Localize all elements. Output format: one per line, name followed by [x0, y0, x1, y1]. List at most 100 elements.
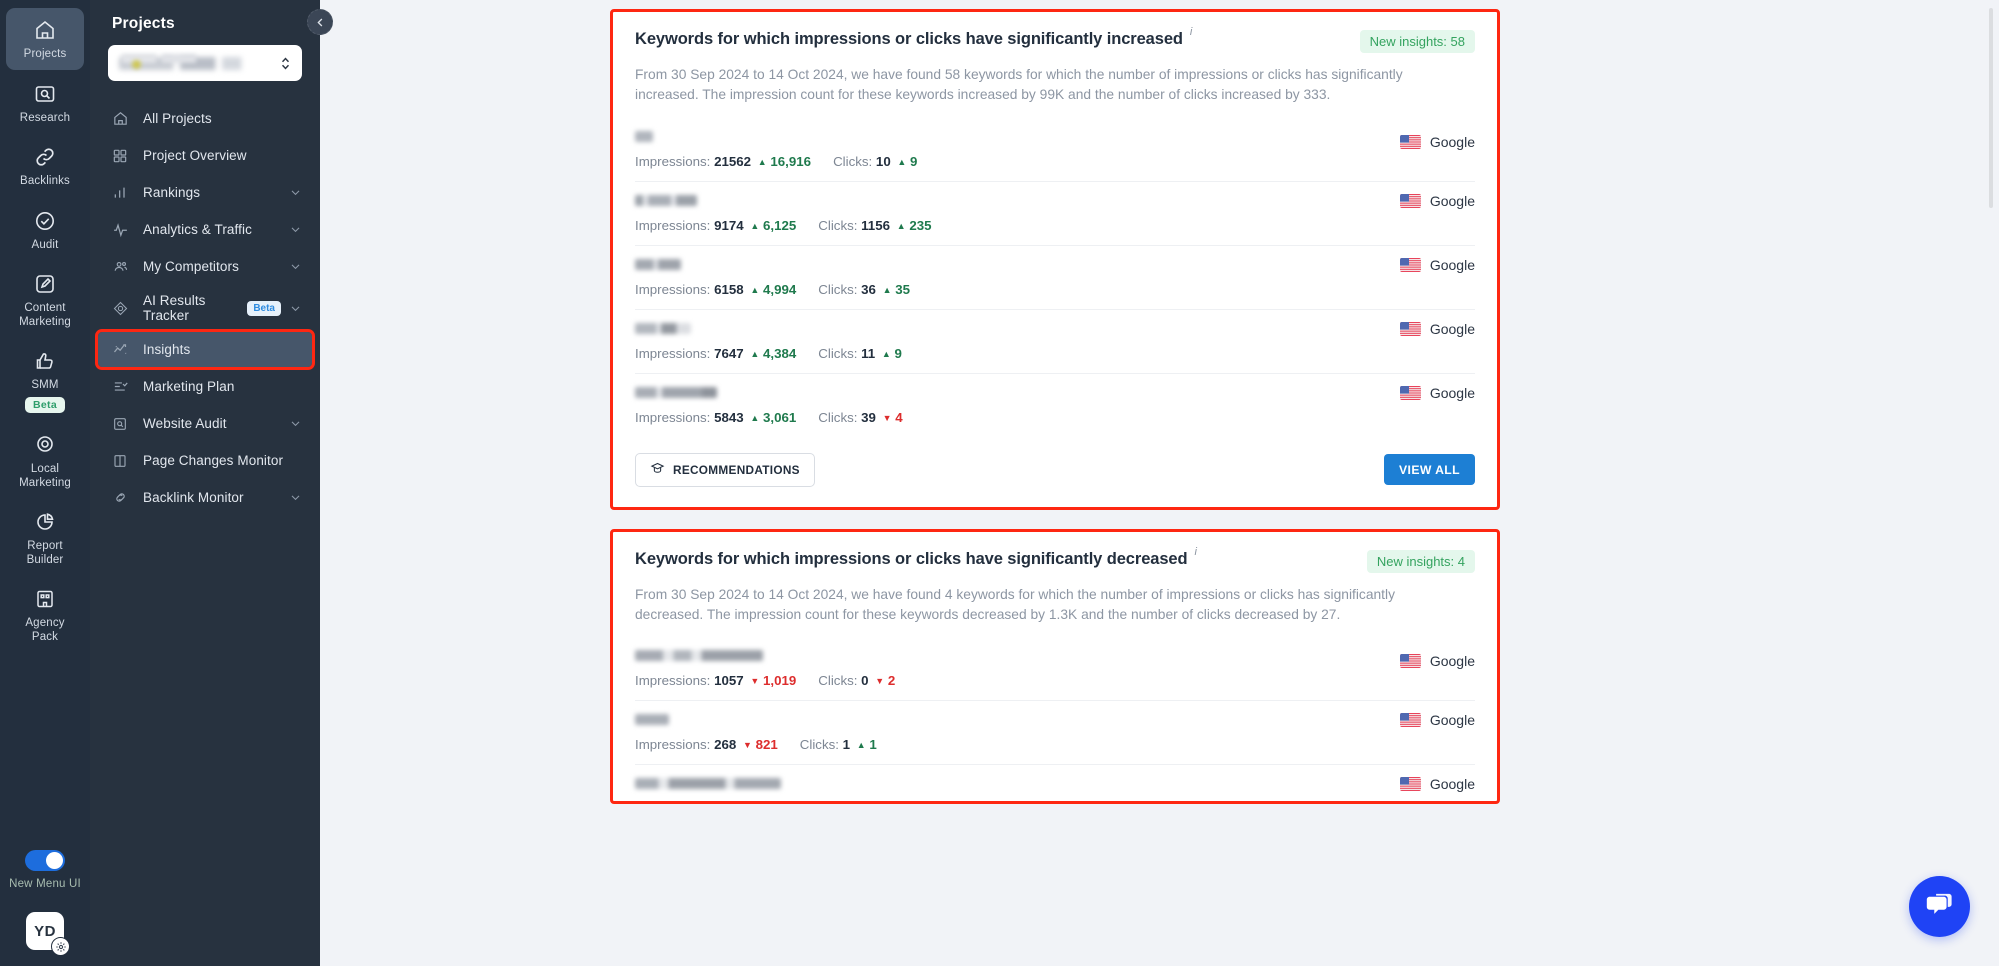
sidebar-item-all-projects[interactable]: All Projects	[98, 101, 312, 136]
sidebar-item-rankings[interactable]: Rankings	[98, 175, 312, 210]
keyword-text	[635, 194, 697, 206]
rail-item-label: Audit	[31, 238, 59, 251]
main-content: Keywords for which impressions or clicks…	[320, 0, 1999, 966]
sidebar-item-marketing-plan[interactable]: Marketing Plan	[98, 369, 312, 404]
clicks-label: Clicks:	[818, 409, 858, 425]
rail-item-agency-pack[interactable]: Agency Pack	[6, 577, 84, 652]
home-outline-icon	[110, 110, 130, 127]
pencil-square-icon	[32, 271, 58, 297]
pulse-icon	[110, 221, 130, 238]
clicks-delta: ▲ 1	[856, 737, 877, 753]
table-row[interactable]: Google	[635, 764, 1475, 801]
clicks-label: Clicks:	[818, 345, 858, 361]
table-row[interactable]: Impressions: 7647 ▲ 4,384 Clicks: 11 ▲ 9…	[635, 308, 1475, 373]
insight-card-decreased-highlight: Keywords for which impressions or clicks…	[610, 528, 1500, 805]
clicks-label: Clicks:	[833, 153, 873, 169]
clicks-label: Clicks:	[818, 217, 858, 233]
link-icon	[32, 144, 58, 170]
sidebar-item-project-overview[interactable]: Project Overview	[98, 138, 312, 173]
rail-item-audit[interactable]: Audit	[6, 199, 84, 261]
sidebar-item-my-competitors[interactable]: My Competitors	[98, 249, 312, 284]
sidebar-item-label: Project Overview	[143, 147, 247, 163]
impressions-value: 5843	[714, 409, 744, 425]
table-row[interactable]: Impressions: 6158 ▲ 4,994 Clicks: 36 ▲ 3…	[635, 244, 1475, 309]
clicks-delta: ▼ 4	[882, 409, 903, 425]
chain-icon	[110, 489, 130, 506]
table-row[interactable]: Impressions: 268 ▼ 821 Clicks: 1 ▲ 1 Goo…	[635, 700, 1475, 764]
clicks-delta: ▲ 9	[897, 153, 918, 169]
sidebar-item-page-changes-monitor[interactable]: Page Changes Monitor	[98, 443, 312, 478]
sidebar-item-label: Website Audit	[143, 415, 227, 431]
rail-item-projects[interactable]: Projects	[6, 8, 84, 70]
impressions-value: 1057	[714, 673, 744, 689]
gear-icon[interactable]	[51, 937, 70, 956]
us-flag-icon	[1399, 193, 1421, 208]
rail-item-backlinks[interactable]: Backlinks	[6, 135, 84, 197]
impressions-delta: ▲ 6,125	[750, 217, 797, 233]
table-row[interactable]: Impressions: 9174 ▲ 6,125 Clicks: 1156 ▲…	[635, 180, 1475, 245]
card-gap	[610, 510, 1500, 529]
chevron-down-icon[interactable]	[289, 186, 302, 199]
chat-support-button[interactable]	[1909, 876, 1970, 937]
impressions-label: Impressions:	[635, 281, 711, 297]
table-row[interactable]: Impressions: 1057 ▼ 1,019 Clicks: 0 ▼ 2 …	[635, 642, 1475, 700]
clicks-value: 0	[861, 673, 869, 689]
chevron-down-icon[interactable]	[289, 260, 302, 273]
us-flag-icon	[1399, 713, 1421, 728]
row-metrics: Impressions: 1057 ▼ 1,019 Clicks: 0 ▼ 2	[635, 673, 1475, 688]
impressions-value: 21562	[714, 153, 752, 169]
sidebar-item-analytics-traffic[interactable]: Analytics & Traffic	[98, 212, 312, 247]
chevron-down-icon[interactable]	[289, 491, 302, 504]
clicks-value: 39	[861, 409, 876, 425]
primary-nav-rail: Projects Research Backlinks Audit Conten…	[0, 0, 90, 966]
collapse-sidebar-button[interactable]	[307, 9, 333, 35]
rail-item-label: Backlinks	[20, 175, 70, 188]
location-pin-icon	[32, 432, 58, 458]
clicks-value: 36	[861, 281, 876, 297]
table-row[interactable]: Impressions: 21562 ▲ 16,916 Clicks: 10 ▲…	[635, 123, 1475, 181]
rail-item-local-marketing[interactable]: Local Marketing	[6, 423, 84, 498]
insights-list: Keywords for which impressions or clicks…	[610, 0, 1500, 805]
clicks-value: 1	[842, 737, 851, 753]
new-menu-ui-toggle[interactable]	[25, 850, 65, 871]
rail-item-content-marketing[interactable]: Content Marketing	[6, 262, 84, 337]
insight-card-increased-highlight: Keywords for which impressions or clicks…	[610, 9, 1500, 510]
row-engine: Google	[1399, 134, 1475, 150]
card-description: From 30 Sep 2024 to 14 Oct 2024, we have…	[635, 586, 1395, 622]
impressions-value: 9174	[714, 217, 744, 233]
chevron-down-icon[interactable]	[289, 302, 302, 315]
rail-beta-badge: Beta	[25, 396, 65, 413]
keyword-rows: Impressions: 21562 ▲ 16,916 Clicks: 10 ▲…	[635, 123, 1475, 437]
rail-item-label: Agency Pack	[25, 617, 65, 643]
search-engine-name: Google	[1429, 192, 1475, 209]
table-row[interactable]: Impressions: 5843 ▲ 3,061 Clicks: 39 ▼ 4…	[635, 372, 1475, 437]
project-selector[interactable]	[108, 45, 302, 81]
sidebar-item-ai-results-tracker[interactable]: AI Results Tracker Beta	[98, 286, 312, 330]
sidebar-item-label: AI Results Tracker	[143, 292, 206, 323]
rail-item-label: Local Marketing	[19, 462, 71, 489]
rail-item-label: Content Marketing	[19, 302, 71, 328]
keyword-rows: Impressions: 1057 ▼ 1,019 Clicks: 0 ▼ 2 …	[635, 642, 1475, 801]
scrollbar[interactable]	[1989, 8, 1993, 208]
sidebar-item-backlink-monitor[interactable]: Backlink Monitor	[98, 480, 312, 515]
row-metrics: Impressions: 21562 ▲ 16,916 Clicks: 10 ▲…	[635, 154, 1475, 169]
clicks-delta: ▼ 2	[875, 673, 896, 689]
row-engine: Google	[1399, 192, 1475, 209]
row-engine: Google	[1399, 385, 1475, 401]
info-icon[interactable]: i	[1190, 26, 1192, 38]
rail-item-research[interactable]: Research	[6, 72, 84, 134]
check-circle-icon	[32, 208, 58, 234]
recommendations-button[interactable]: RECOMMENDATIONS	[635, 452, 815, 487]
view-all-button[interactable]: VIEW ALL	[1384, 454, 1475, 486]
info-icon[interactable]: i	[1194, 546, 1196, 558]
chevron-down-icon[interactable]	[289, 223, 302, 236]
sidebar-item-website-audit[interactable]: Website Audit	[98, 406, 312, 441]
rail-item-smm[interactable]: SMM Beta	[6, 339, 84, 421]
sidebar-item-insights[interactable]: Insights	[95, 329, 315, 370]
impressions-delta: ▼ 1,019	[750, 673, 797, 689]
clicks-label: Clicks:	[818, 281, 858, 297]
chevron-down-icon[interactable]	[289, 417, 302, 430]
rail-item-report-builder[interactable]: Report Builder	[6, 500, 84, 575]
grid-icon	[110, 148, 130, 164]
book-open-icon	[110, 453, 130, 469]
